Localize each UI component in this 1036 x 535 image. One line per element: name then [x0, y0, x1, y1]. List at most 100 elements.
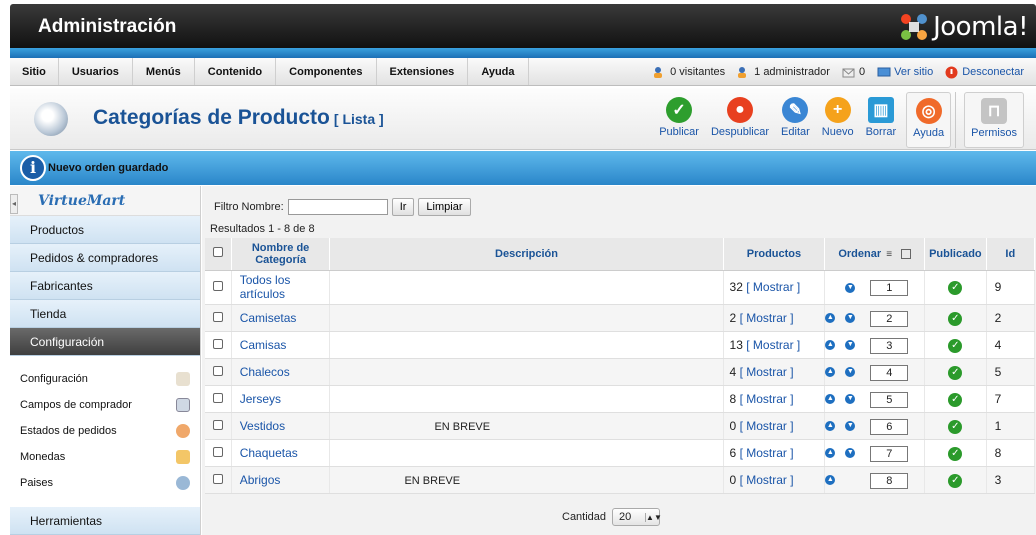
row-checkbox[interactable] [212, 473, 223, 484]
header-select-all[interactable] [205, 238, 232, 271]
published-check-icon[interactable]: ✓ [948, 392, 963, 407]
category-name-link[interactable]: Vestidos [240, 419, 285, 433]
order-input[interactable]: 5 [870, 391, 909, 408]
move-up-icon[interactable]: ▲ [825, 312, 836, 323]
sidebar-nav-tienda[interactable]: Tienda [10, 300, 200, 328]
move-up-icon[interactable]: ▲ [825, 420, 836, 431]
publish-button[interactable]: ✓ Publicar [653, 92, 705, 144]
message-text: Nuevo orden guardado [48, 162, 169, 174]
row-checkbox[interactable] [212, 419, 223, 430]
category-name-link[interactable]: Abrigos [240, 473, 281, 487]
category-name-link[interactable]: Camisetas [240, 311, 297, 325]
move-up-icon[interactable]: ▲ [825, 474, 836, 485]
sort-order-icon[interactable]: ≡ [886, 249, 892, 260]
sidebar-sub-monedas[interactable]: Monedas [10, 444, 200, 470]
order-input[interactable]: 8 [870, 472, 909, 489]
move-up-icon[interactable]: ▲ [825, 339, 836, 350]
category-name-link[interactable]: Chaquetas [240, 446, 298, 460]
header-published[interactable]: Publicado [924, 238, 987, 271]
move-down-icon[interactable]: ▼ [845, 312, 856, 323]
show-products-link[interactable]: [ Mostrar ] [740, 419, 794, 433]
published-check-icon[interactable]: ✓ [948, 419, 963, 434]
row-checkbox[interactable] [212, 446, 223, 457]
product-count: 0 [729, 418, 737, 433]
sidebar-sub-estados[interactable]: Estados de pedidos [10, 418, 200, 444]
sidebar-nav-productos[interactable]: Productos [10, 216, 200, 244]
order-input[interactable]: 7 [870, 445, 909, 462]
move-up-icon[interactable]: ▲ [825, 366, 836, 377]
header-id[interactable]: Id [986, 238, 1036, 271]
menu-item-usuarios[interactable]: Usuarios [59, 58, 133, 85]
order-input[interactable]: 1 [870, 279, 909, 296]
show-products-link[interactable]: [ Mostrar ] [740, 473, 794, 487]
joomla-logo[interactable]: Joomla! [899, 12, 1028, 42]
menu-item-extensiones[interactable]: Extensiones [377, 58, 469, 85]
header-order[interactable]: Ordenar ≡ [824, 238, 926, 271]
move-down-icon[interactable]: ▼ [845, 447, 856, 458]
row-checkbox[interactable] [212, 365, 223, 376]
unpublish-button[interactable]: ● Despublicar [705, 92, 775, 144]
logout-link[interactable]: Desconectar [945, 66, 1024, 79]
filter-reset-button[interactable]: Limpiar [418, 198, 471, 216]
show-products-link[interactable]: [ Mostrar ] [740, 365, 794, 379]
collapse-sidebar-icon[interactable]: ◂ [10, 194, 18, 214]
limit-select[interactable]: 20 ▲▼ [612, 508, 662, 526]
row-checkbox[interactable] [212, 311, 223, 322]
sidebar-sub-campos[interactable]: Campos de comprador [10, 392, 200, 418]
header-description[interactable]: Descripción [329, 238, 724, 271]
filter-go-button[interactable]: Ir [391, 198, 415, 216]
sidebar-sub-paises[interactable]: Paises [10, 470, 200, 496]
row-checkbox[interactable] [212, 392, 223, 403]
move-down-icon[interactable]: ▼ [845, 420, 856, 431]
main-content: Filtro Nombre: Ir Limpiar Resultados 1 -… [202, 186, 1036, 535]
move-up-icon[interactable]: ▲ [825, 393, 836, 404]
sidebar-sub-configuracion[interactable]: Configuración [10, 366, 200, 392]
menu-item-menus[interactable]: Menús [133, 58, 195, 85]
show-products-link[interactable]: [ Mostrar ] [740, 446, 794, 460]
menu-item-sitio[interactable]: Sitio [10, 58, 59, 85]
save-order-icon[interactable] [901, 248, 912, 259]
row-checkbox[interactable] [212, 338, 223, 349]
sidebar-nav-configuracion[interactable]: Configuración [10, 328, 200, 356]
category-name-link[interactable]: Chalecos [240, 365, 290, 379]
category-name-link[interactable]: Todos los artículos [240, 273, 291, 301]
move-down-icon[interactable]: ▼ [845, 366, 856, 377]
published-check-icon[interactable]: ✓ [948, 365, 963, 380]
move-up-icon[interactable]: ▲ [825, 447, 836, 458]
move-down-icon[interactable]: ▼ [845, 282, 856, 293]
menu-item-contenido[interactable]: Contenido [195, 58, 277, 85]
sidebar-nav-pedidos[interactable]: Pedidos & compradores [10, 244, 200, 272]
filter-name-input[interactable] [287, 199, 388, 215]
show-products-link[interactable]: [ Mostrar ] [740, 311, 794, 325]
show-products-link[interactable]: [ Mostrar ] [740, 392, 794, 406]
select-all-checkbox[interactable] [212, 247, 223, 258]
published-check-icon[interactable]: ✓ [948, 446, 963, 461]
category-name-link[interactable]: Camisas [240, 338, 287, 352]
order-input[interactable]: 6 [870, 418, 909, 435]
order-input[interactable]: 3 [870, 337, 909, 354]
published-check-icon[interactable]: ✓ [948, 311, 963, 326]
published-check-icon[interactable]: ✓ [948, 473, 963, 488]
move-down-icon[interactable]: ▼ [845, 339, 856, 350]
sidebar-nav-fabricantes[interactable]: Fabricantes [10, 272, 200, 300]
new-button[interactable]: + Nuevo [816, 92, 860, 144]
permissions-button[interactable]: ⊓ Permisos [964, 92, 1024, 148]
move-down-icon[interactable]: ▼ [845, 393, 856, 404]
delete-button[interactable]: ▥ Borrar [860, 92, 903, 144]
messages-status[interactable]: 0 [842, 66, 865, 78]
show-products-link[interactable]: [ Mostrar ] [746, 338, 800, 352]
menu-item-componentes[interactable]: Componentes [276, 58, 377, 85]
sidebar-nav-herramientas[interactable]: Herramientas [10, 507, 200, 535]
order-input[interactable]: 2 [870, 310, 909, 327]
header-name[interactable]: Nombre de Categoría [231, 238, 331, 271]
edit-button[interactable]: ✎ Editar [775, 92, 816, 144]
category-name-link[interactable]: Jerseys [240, 392, 281, 406]
published-check-icon[interactable]: ✓ [948, 338, 963, 353]
row-checkbox[interactable] [212, 281, 223, 291]
show-products-link[interactable]: [ Mostrar ] [746, 280, 800, 294]
menu-item-ayuda[interactable]: Ayuda [468, 58, 529, 85]
help-button[interactable]: ◎ Ayuda [906, 92, 952, 148]
view-site-link[interactable]: Ver sitio [877, 66, 933, 78]
order-input[interactable]: 4 [870, 364, 909, 381]
published-check-icon[interactable]: ✓ [948, 281, 963, 295]
